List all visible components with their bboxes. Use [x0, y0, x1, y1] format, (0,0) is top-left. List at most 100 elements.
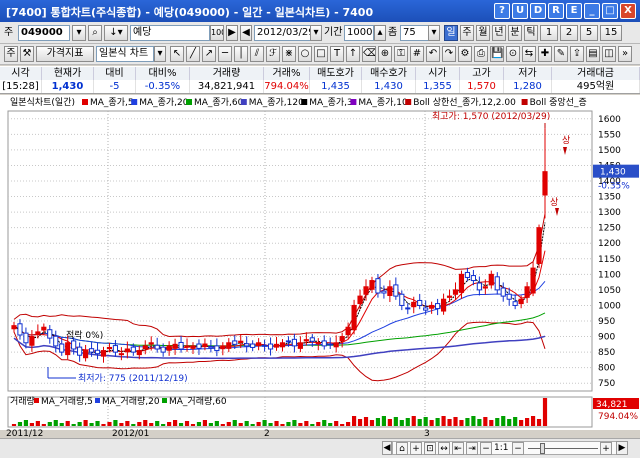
zoom-slider[interactable]	[528, 448, 598, 449]
print-tool-icon[interactable]: ⎙	[474, 46, 488, 62]
hline-tool-icon[interactable]: ─	[218, 46, 232, 62]
close-button[interactable]: X	[620, 3, 636, 19]
vline-tool-icon[interactable]: │	[234, 46, 248, 62]
erase-tool-icon[interactable]: ⌫	[362, 46, 376, 62]
search-icon[interactable]: ⌕	[88, 25, 102, 41]
zoom-tool-icon[interactable]: ⊙	[506, 46, 520, 62]
scroll-left-icon[interactable]: ◀	[382, 441, 392, 455]
cross-tool-icon[interactable]: ✚	[538, 46, 552, 62]
save-tool-icon[interactable]: 💾	[490, 46, 504, 62]
zoom-wide-icon[interactable]: ⇥	[466, 442, 478, 455]
more-tool-icon[interactable]: »	[618, 46, 632, 62]
period-tab[interactable]: 분	[508, 25, 522, 41]
name-input[interactable]: 예당	[130, 25, 210, 41]
magnet-tool-icon[interactable]: ⊕	[378, 46, 392, 62]
lock-tool-icon[interactable]: ⚿	[394, 46, 408, 62]
arrow-tool-icon[interactable]: ↑	[346, 46, 360, 62]
zoom-home-icon[interactable]: ⌂	[396, 442, 408, 455]
x-axis-label: 2	[264, 429, 270, 439]
calendar-dropdown-icon[interactable]: ▾	[310, 25, 322, 41]
title-bar[interactable]: [7400] 통합차트(주식종합) - 예당(049000) - 일간 - 일본…	[0, 0, 640, 22]
chart-type-dropdown-icon[interactable]: ▾	[154, 46, 166, 62]
scroll-tool-icon[interactable]: ⇆	[522, 46, 536, 62]
r-button[interactable]: R	[548, 3, 564, 19]
gann-tool-icon[interactable]: ⋇	[282, 46, 296, 62]
period-tab[interactable]: 월	[476, 25, 490, 41]
split-tool-icon[interactable]: ◫	[602, 46, 616, 62]
minimize-button[interactable]: _	[584, 3, 600, 19]
fibo-tool-icon[interactable]: ℱ	[266, 46, 280, 62]
candle-body	[458, 273, 465, 293]
unit-spinner-icon[interactable]: ▾	[428, 25, 440, 41]
period-spinner-icon[interactable]: ▴	[374, 25, 386, 41]
x-axis-label: 2011/12	[6, 429, 44, 439]
zoom-step-icon[interactable]: ⇤	[452, 442, 464, 455]
volume-bar	[95, 421, 100, 426]
period-tab[interactable]: 15	[600, 25, 622, 41]
u-button[interactable]: U	[512, 3, 528, 19]
price-chart[interactable]: 1600155015001450140013501300125012001150…	[0, 95, 640, 430]
chart-type-select[interactable]: 일본식 차트	[96, 46, 154, 62]
period-label: 기간	[324, 27, 343, 38]
layout-tool-icon[interactable]: ▤	[586, 46, 600, 62]
code-input[interactable]: 049000	[18, 25, 70, 41]
rect-tool-icon[interactable]: □	[314, 46, 328, 62]
scroll-right-icon[interactable]: ▶	[616, 441, 628, 455]
period-tab[interactable]: 일	[444, 25, 458, 41]
zoom-fit-icon[interactable]: ⊡	[424, 442, 436, 455]
circle-tool-icon[interactable]: ○	[298, 46, 312, 62]
legend-item: MA_종가,20	[139, 97, 189, 108]
zoom-out-icon[interactable]: −	[480, 442, 492, 455]
candle-body	[500, 287, 506, 297]
zoom-slider-thumb[interactable]	[540, 443, 545, 454]
indicator-button[interactable]: 가격지표	[36, 46, 94, 62]
tool-icon[interactable]: ⚒	[20, 46, 34, 62]
maximize-button[interactable]: □	[602, 3, 618, 19]
stock-prefix-button[interactable]: 주	[4, 46, 18, 62]
channel-tool-icon[interactable]: ⫽	[250, 46, 264, 62]
volume-bar	[471, 416, 476, 426]
zoom-mid-icon[interactable]: ↔	[438, 442, 450, 455]
candle-body	[23, 332, 29, 344]
unit-input[interactable]: 75	[400, 25, 430, 41]
ray-tool-icon[interactable]: ↗	[202, 46, 216, 62]
text-tool-icon[interactable]: T	[330, 46, 344, 62]
chart-area[interactable]: 1600155015001450140013501300125012001150…	[0, 95, 640, 430]
zoom-minus-icon[interactable]: −	[512, 442, 524, 455]
period-tab[interactable]: 1	[540, 25, 558, 41]
candle-body	[369, 280, 375, 290]
period-tab[interactable]: 년	[492, 25, 506, 41]
cursor-tool-icon[interactable]: ↖	[170, 46, 184, 62]
code-dropdown-icon[interactable]: ▾	[72, 25, 86, 41]
grid-tool-icon[interactable]: #	[410, 46, 424, 62]
zoom-plus-icon[interactable]: +	[600, 442, 612, 455]
date-input[interactable]: 2012/03/29	[254, 25, 312, 41]
zoom-in-icon[interactable]: +	[410, 442, 422, 455]
volume-bar	[387, 419, 392, 426]
period-tab[interactable]: 2	[560, 25, 578, 41]
period-input[interactable]: 1000	[344, 25, 374, 41]
volume-bar	[519, 420, 524, 426]
settings-tool-icon[interactable]: ⚙	[458, 46, 472, 62]
d-button[interactable]: D	[530, 3, 546, 19]
export-tool-icon[interactable]: ⇪	[570, 46, 584, 62]
redo-tool-icon[interactable]: ↷	[442, 46, 456, 62]
undo-tool-icon[interactable]: ↶	[426, 46, 440, 62]
next-icon[interactable]: ▶	[226, 25, 238, 41]
period-tab[interactable]: 5	[580, 25, 598, 41]
volume-bar	[143, 420, 148, 426]
candle-body	[411, 301, 417, 308]
price-tick-label: 950	[598, 317, 615, 327]
period-tab[interactable]: 주	[460, 25, 474, 41]
note-tool-icon[interactable]: ✎	[554, 46, 568, 62]
help-button[interactable]: ?	[494, 3, 510, 19]
period-tab[interactable]: 틱	[524, 25, 538, 41]
count-badge[interactable]: 100	[210, 25, 224, 41]
prev-icon[interactable]: ◀	[240, 25, 252, 41]
line-tool-icon[interactable]: ╱	[186, 46, 200, 62]
quote-value: 495억원	[552, 80, 640, 93]
sort-icon[interactable]: ↓▾	[104, 25, 128, 41]
candle-body	[387, 286, 393, 296]
e-button[interactable]: E	[566, 3, 582, 19]
candle-body	[166, 345, 172, 351]
